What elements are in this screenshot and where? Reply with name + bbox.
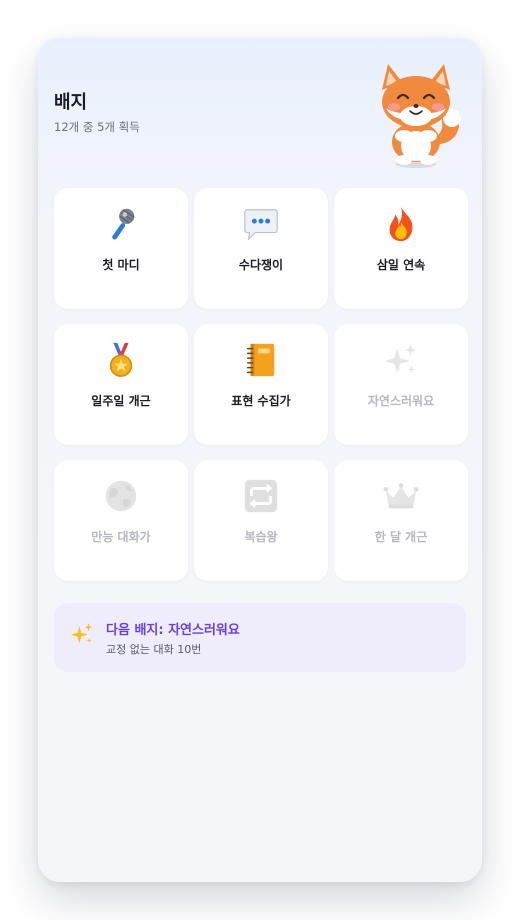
next-badge-card[interactable]: 다음 배지: 자연스러워요 교정 없는 대화 10번 xyxy=(54,603,466,672)
badge-label: 한 달 개근 xyxy=(374,530,428,544)
badge-card-locked[interactable]: 만능 대화가 xyxy=(54,460,188,581)
repeat-icon xyxy=(241,476,281,516)
next-badge-description: 교정 없는 대화 10번 xyxy=(106,643,202,656)
app-screen: 배지 12개 중 5개 획득 첫 마디 수다쟁이 삼일 연속 일주일 개근 표현… xyxy=(38,38,482,882)
notebook-icon xyxy=(241,340,281,380)
next-badge-title: 다음 배지: 자연스러워요 xyxy=(106,623,240,638)
badge-label: 표현 수집가 xyxy=(231,394,291,408)
badge-label: 만능 대화가 xyxy=(91,530,151,544)
medal-icon xyxy=(101,340,141,380)
badge-grid: 첫 마디 수다쟁이 삼일 연속 일주일 개근 표현 수집가 자연스러워요 만능 … xyxy=(54,188,468,581)
badge-label: 수다쟁이 xyxy=(238,258,284,272)
badge-label: 첫 마디 xyxy=(102,258,140,272)
fox-mascot-icon xyxy=(382,64,461,168)
microphone-icon xyxy=(101,204,141,244)
sparkles-icon xyxy=(381,340,421,380)
badge-card[interactable]: 삼일 연속 xyxy=(334,188,468,309)
fire-icon xyxy=(381,204,421,244)
badge-label: 자연스러워요 xyxy=(367,394,435,408)
badge-label: 복습왕 xyxy=(244,530,278,544)
badge-card-locked[interactable]: 자연스러워요 xyxy=(334,324,468,445)
page-title: 배지 xyxy=(54,92,88,113)
badge-card-locked[interactable]: 한 달 개근 xyxy=(334,460,468,581)
badge-card[interactable]: 수다쟁이 xyxy=(194,188,328,309)
badge-card[interactable]: 첫 마디 xyxy=(54,188,188,309)
sparkles-icon xyxy=(70,622,93,644)
badge-card-locked[interactable]: 복습왕 xyxy=(194,460,328,581)
badge-card[interactable]: 표현 수집가 xyxy=(194,324,328,445)
speech-bubble-icon xyxy=(241,204,281,244)
badge-label: 삼일 연속 xyxy=(376,258,426,272)
badge-label: 일주일 개근 xyxy=(91,394,151,408)
crown-icon xyxy=(381,476,421,516)
globe-icon xyxy=(101,476,141,516)
badge-card[interactable]: 일주일 개근 xyxy=(54,324,188,445)
badge-progress-text: 12개 중 5개 획득 xyxy=(54,120,140,134)
